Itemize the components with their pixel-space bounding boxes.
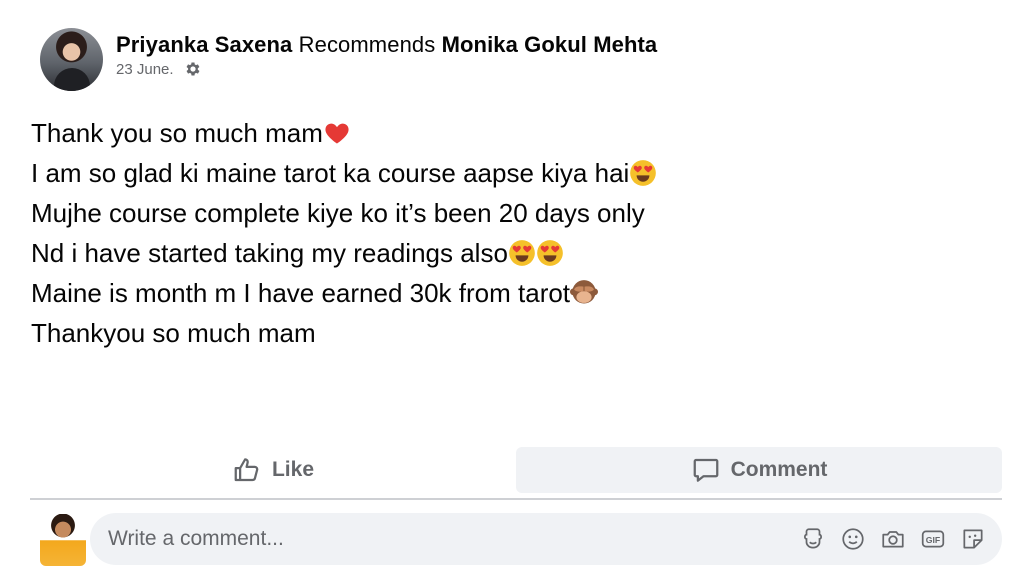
post-text: Thankyou so much mam	[31, 318, 316, 348]
gear-icon	[186, 62, 199, 76]
gif-icon[interactable]: GIF	[920, 526, 946, 552]
recommended-page-name[interactable]: Monika Gokul Mehta	[442, 32, 658, 57]
author-name[interactable]: Priyanka Saxena	[116, 32, 292, 57]
post-line: I am so glad ki maine tarot ka course aa…	[31, 153, 991, 193]
post-text: Nd i have started taking my readings als…	[31, 238, 508, 268]
sticker-icon[interactable]	[960, 526, 986, 552]
comment-button[interactable]: Comment	[516, 447, 1002, 493]
thumbs-up-icon	[234, 458, 259, 482]
heart-eyes-emoji	[630, 160, 657, 186]
comment-tools: GIF	[800, 526, 986, 552]
post-meta: 23 June.	[116, 60, 202, 78]
heart-eyes-emoji	[537, 240, 563, 266]
post-title: Priyanka Saxena Recommends Monika Gokul …	[116, 32, 657, 58]
comment-box[interactable]: GIF	[90, 513, 1002, 565]
heart-eyes-emoji	[509, 240, 535, 266]
see-no-evil-monkey-emoji	[570, 280, 599, 304]
post-body: Thank you so much mam I am so glad ki ma…	[31, 113, 991, 353]
heart-emoji	[325, 123, 349, 144]
viewer-avatar[interactable]	[40, 514, 86, 566]
actions-divider	[30, 498, 1002, 500]
svg-text:GIF: GIF	[926, 535, 940, 545]
like-label: Like	[271, 458, 315, 481]
smiley-icon[interactable]	[840, 526, 866, 552]
post-line: Nd i have started taking my readings als…	[31, 233, 991, 273]
post-text: Maine is month m I have earned 30k from …	[31, 278, 571, 308]
avatar-sticker-icon[interactable]	[800, 526, 826, 552]
post-line: Thankyou so much mam	[31, 313, 991, 353]
post-actions: Like Comment	[30, 447, 1002, 493]
comment-label: Comment	[730, 458, 828, 481]
post-text: Mujhe course complete kiye ko it’s been …	[31, 198, 645, 228]
post-text: Thank you so much mam	[31, 118, 323, 148]
comment-input[interactable]	[108, 527, 800, 551]
comment-composer: GIF	[30, 510, 1002, 568]
post-line: Maine is month m I have earned 30k from …	[31, 273, 991, 313]
post-line: Mujhe course complete kiye ko it’s been …	[31, 193, 991, 233]
post-header: Priyanka Saxena Recommends Monika Gokul …	[40, 28, 1000, 92]
author-avatar[interactable]	[40, 28, 103, 91]
post-line: Thank you so much mam	[31, 113, 991, 153]
post-text: I am so glad ki maine tarot ka course aa…	[31, 158, 630, 188]
recommends-text: Recommends	[298, 32, 436, 57]
like-button[interactable]: Like	[30, 447, 516, 493]
speech-bubble-icon	[693, 458, 718, 482]
camera-icon[interactable]	[880, 526, 906, 552]
post-date[interactable]: 23 June.	[116, 61, 174, 78]
